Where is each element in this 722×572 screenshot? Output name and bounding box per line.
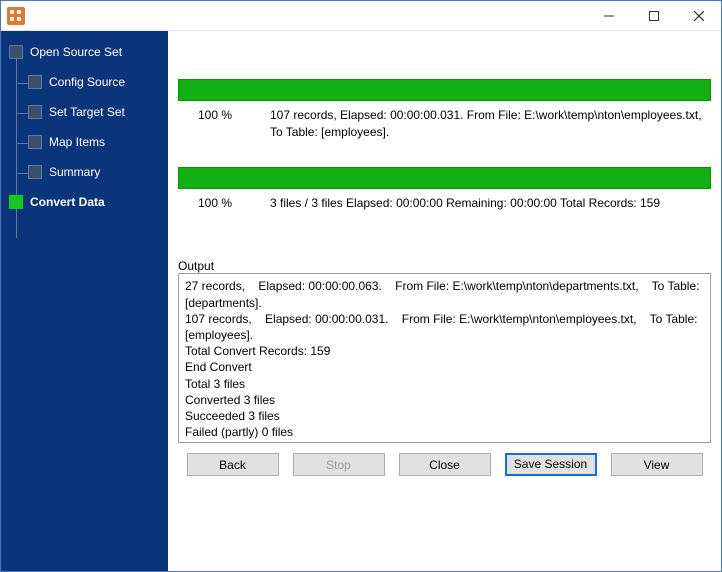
file-progress-text: 107 records, Elapsed: 00:00:00.031. From…	[270, 107, 711, 141]
save-session-button[interactable]: Save Session	[505, 453, 597, 476]
close-button[interactable]	[676, 1, 721, 30]
output-label: Output	[178, 259, 711, 273]
step-marker-icon	[28, 75, 42, 89]
step-marker-icon	[28, 165, 42, 179]
file-progress-percent: 100 %	[198, 107, 270, 141]
content: Open Source Set Config Source Set Target…	[1, 31, 721, 571]
step-marker-icon	[28, 135, 42, 149]
step-label: Set Target Set	[49, 105, 125, 119]
step-config-source[interactable]: Config Source	[1, 69, 168, 95]
file-progress-block: 100 % 107 records, Elapsed: 00:00:00.031…	[178, 79, 711, 141]
overall-progress-bar	[178, 167, 711, 189]
overall-progress-text: 3 files / 3 files Elapsed: 00:00:00 Rema…	[270, 195, 711, 212]
step-marker-icon	[9, 195, 23, 209]
step-marker-icon	[9, 45, 23, 59]
overall-progress-block: 100 % 3 files / 3 files Elapsed: 00:00:0…	[178, 167, 711, 212]
step-map-items[interactable]: Map Items	[1, 129, 168, 155]
view-button[interactable]: View	[611, 453, 703, 476]
close-wizard-button[interactable]: Close	[399, 453, 491, 476]
step-label: Map Items	[49, 135, 105, 149]
wizard-sidebar: Open Source Set Config Source Set Target…	[1, 31, 168, 571]
window-controls	[586, 1, 721, 30]
step-open-source-set[interactable]: Open Source Set	[1, 39, 168, 65]
step-label: Config Source	[49, 75, 125, 89]
step-label: Convert Data	[30, 195, 105, 209]
back-button[interactable]: Back	[187, 453, 279, 476]
step-label: Summary	[49, 165, 100, 179]
step-summary[interactable]: Summary	[1, 159, 168, 185]
file-progress-bar	[178, 79, 711, 101]
step-marker-icon	[28, 105, 42, 119]
step-label: Open Source Set	[30, 45, 122, 59]
step-set-target-set[interactable]: Set Target Set	[1, 99, 168, 125]
overall-progress-percent: 100 %	[198, 195, 270, 212]
step-convert-data[interactable]: Convert Data	[1, 189, 168, 215]
minimize-button[interactable]	[586, 1, 631, 30]
button-bar: Back Stop Close Save Session View	[168, 443, 721, 488]
app-window: Open Source Set Config Source Set Target…	[0, 0, 722, 572]
titlebar	[1, 1, 721, 31]
output-box[interactable]: 27 records, Elapsed: 00:00:00.063. From …	[178, 273, 711, 443]
maximize-button[interactable]	[631, 1, 676, 30]
main-panel: 100 % 107 records, Elapsed: 00:00:00.031…	[168, 31, 721, 571]
progress-area: 100 % 107 records, Elapsed: 00:00:00.031…	[168, 31, 721, 211]
stop-button: Stop	[293, 453, 385, 476]
app-icon	[7, 7, 25, 25]
